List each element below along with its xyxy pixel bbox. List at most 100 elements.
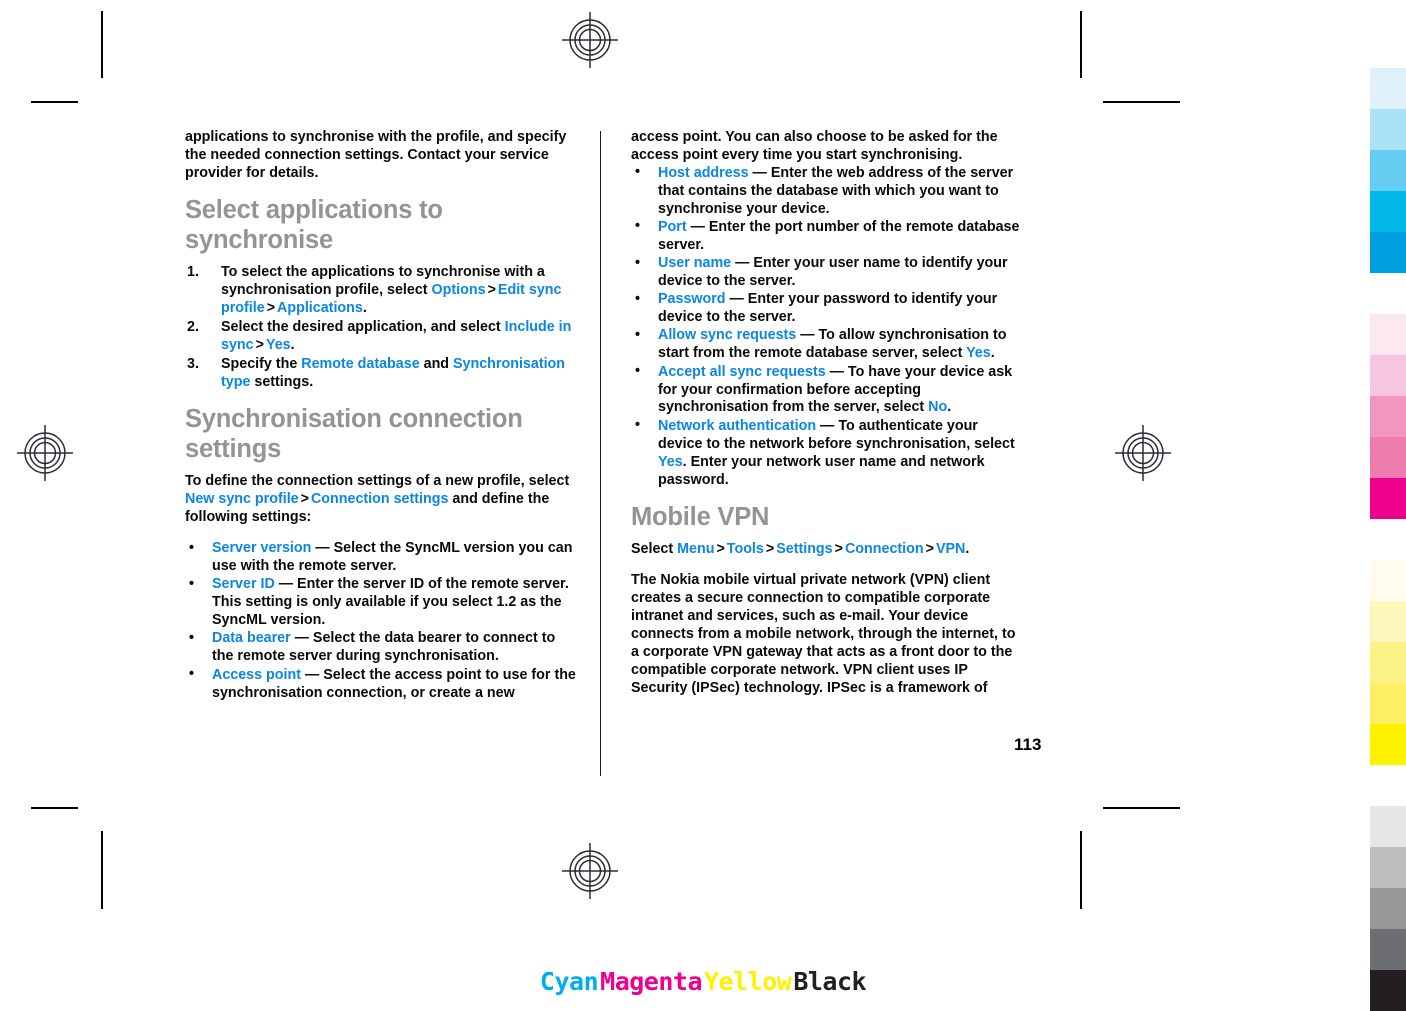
bullet-dot-icon: • [635, 363, 641, 380]
ui-term: Server version [212, 540, 312, 557]
colour-control-strip [1370, 68, 1406, 1011]
left-column: applications to synchronise with the pro… [185, 129, 600, 774]
registration-mark-left [17, 425, 73, 481]
bullet-dot-icon: • [635, 326, 641, 343]
colour-swatch-yellow [1370, 724, 1406, 765]
colour-swatch-gap [1370, 273, 1406, 314]
colour-swatch-black [1370, 806, 1406, 847]
colour-swatch-black [1370, 847, 1406, 888]
ui-term: User name [658, 255, 732, 272]
cmyk-legend-yellow: Yellow [704, 967, 792, 996]
registration-mark-bottom [562, 843, 618, 899]
ui-term: Port [658, 218, 687, 235]
ui-term: Yes [265, 336, 291, 353]
crop-mark-top-right-vertical [1080, 11, 1082, 78]
bullet-item: • Port — Enter the port number of the rem… [635, 218, 1020, 253]
bullet-dot-icon: • [189, 575, 195, 592]
bullet-item: • Password — Enter your password to ident… [635, 290, 998, 326]
intro-paragraph: applications to synchronise with the pro… [185, 129, 567, 181]
colour-swatch-magenta [1370, 437, 1406, 478]
bullet-dot-icon: • [635, 164, 641, 181]
ui-term: Server ID [212, 576, 275, 593]
ui-term: Yes [658, 453, 683, 470]
colour-swatch-gap [1370, 765, 1406, 806]
path-separator: > [765, 540, 775, 557]
continued-paragraph: access point. You can also choose to be … [631, 129, 998, 163]
path-separator: > [834, 540, 843, 557]
ui-term: Tools [726, 540, 764, 557]
ui-term: Network authentication [658, 417, 817, 434]
ui-term: Settings [776, 540, 833, 557]
two-column-layout: applications to synchronise with the pro… [185, 129, 1105, 776]
cmyk-legend-black: Black [793, 967, 867, 996]
path-separator: > [266, 300, 276, 317]
ui-term: Allow sync requests [658, 327, 797, 344]
numbered-steps-select-applications: 1. To select the applications to synchron… [185, 264, 578, 391]
colour-swatch-yellow [1370, 642, 1406, 683]
bullet-item: • Server ID — Enter the server ID of the … [189, 575, 569, 629]
crop-mark-bottom-left-horizontal [31, 807, 78, 809]
crop-mark-bottom-right-horizontal [1103, 807, 1180, 809]
cmyk-legend-cyan: Cyan [539, 967, 599, 996]
colour-swatch-yellow [1370, 683, 1406, 724]
colour-swatch-black [1370, 929, 1406, 970]
ui-term: Options [431, 282, 486, 299]
bullet-dot-icon: • [635, 417, 641, 434]
path-separator: > [255, 336, 264, 353]
bullet-item: • Accept all sync requests — To have your… [635, 363, 1013, 416]
ui-term: New sync profile [185, 490, 299, 507]
ui-term: Menu [677, 540, 715, 557]
path-separator: > [716, 540, 725, 557]
connection-settings-bullets: • Server version — Select the SyncML vers… [185, 540, 578, 702]
path-separator: > [487, 282, 496, 299]
bullet-item: • Network authentication — To authenticat… [635, 417, 1015, 488]
numbered-step: 1. To select the applications to synchron… [187, 264, 562, 317]
ui-term: Applications [277, 300, 363, 317]
bullet-item: • Allow sync requests — To allow synchron… [635, 326, 1007, 362]
numbered-step: 2. Select the desired application, and se… [187, 318, 572, 353]
path-separator: > [925, 540, 934, 557]
section-heading-mobile-vpn: Mobile VPN [631, 502, 770, 531]
colour-swatch-cyan [1370, 109, 1406, 150]
page-number: 113 [1014, 735, 1042, 754]
crop-mark-top-left-vertical [101, 11, 103, 78]
step-number: 2. [187, 318, 199, 335]
section-heading-sync-connection-settings: Synchronisation connection settings [185, 405, 523, 463]
colour-swatch-gap [1370, 519, 1406, 560]
bullet-dot-icon: • [635, 290, 641, 307]
right-column: access point. You can also choose to be … [631, 129, 1024, 774]
colour-swatch-black [1370, 888, 1406, 929]
connection-settings-intro: To define the connection settings of a n… [185, 472, 570, 525]
connection-settings-bullets-continued: • Host address — Enter the web address of… [631, 164, 1024, 490]
section-heading-select-applications: Select applications to synchronise [185, 196, 443, 254]
crop-mark-bottom-right-vertical [1080, 831, 1082, 909]
ui-term: Access point [212, 666, 301, 683]
colour-swatch-cyan [1370, 232, 1406, 273]
bullet-item: • Access point — Select the access point … [189, 666, 576, 701]
ui-term: VPN [935, 540, 966, 557]
ui-term: Password [658, 291, 726, 308]
colour-swatch-magenta [1370, 355, 1406, 396]
column-divider [600, 131, 601, 776]
ui-term: Connection [844, 540, 924, 557]
colour-swatch-yellow [1370, 601, 1406, 642]
ui-term: Accept all sync requests [658, 363, 826, 380]
numbered-step: 3. Specify the Remote database and Synchr… [187, 355, 566, 390]
colour-swatch-magenta [1370, 396, 1406, 437]
colour-swatch-magenta [1370, 478, 1406, 519]
crop-mark-top-left-horizontal [31, 101, 78, 103]
ui-term: Yes [966, 345, 991, 362]
mobile-vpn-paragraph: The Nokia mobile virtual private network… [631, 572, 1016, 697]
step-number: 1. [187, 264, 199, 281]
ui-term: No [928, 399, 948, 416]
ui-term: Remote database [301, 355, 420, 372]
bullet-dot-icon: • [189, 629, 195, 646]
step-number: 3. [187, 355, 199, 372]
ui-term: Data bearer [212, 630, 291, 647]
ui-term: Connection settings [310, 490, 449, 507]
cmyk-legend-magenta: Magenta [600, 967, 702, 996]
registration-mark-top [562, 12, 618, 68]
colour-swatch-magenta [1370, 314, 1406, 355]
bullet-item: • Host address — Enter the web address of… [635, 164, 1014, 217]
bullet-dot-icon: • [635, 218, 641, 235]
